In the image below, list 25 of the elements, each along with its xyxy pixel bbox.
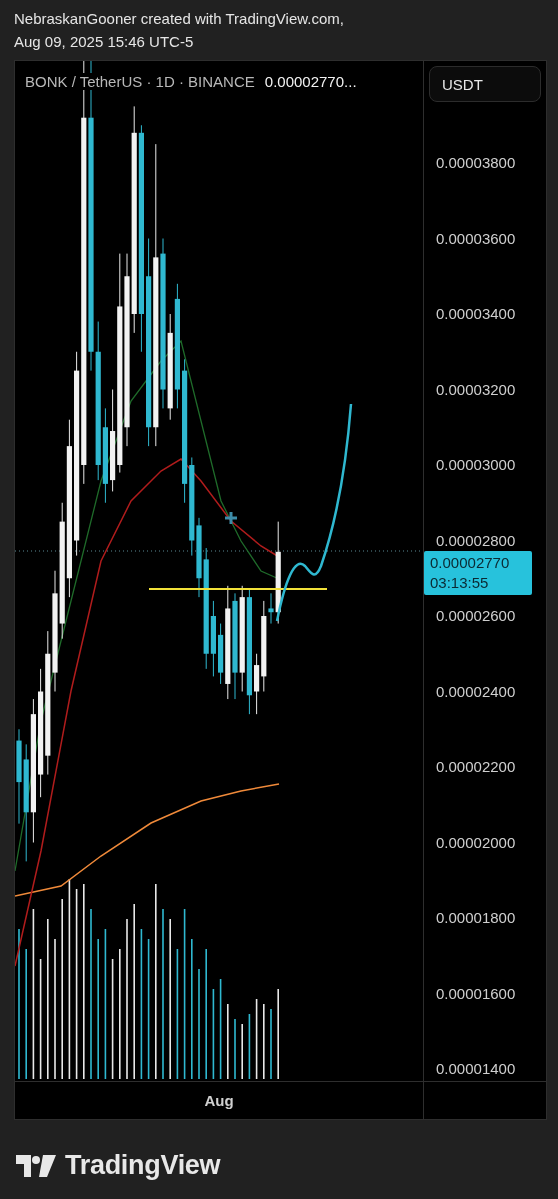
price-tick: 0.00001400 bbox=[436, 1060, 516, 1078]
price-tick: 0.00001600 bbox=[436, 984, 516, 1002]
price-tick: 0.00002200 bbox=[436, 758, 516, 776]
attribution-text: Aug 09, 2025 15:46 UTC-5 bbox=[14, 32, 195, 52]
price-tick: 0.00003000 bbox=[436, 456, 516, 474]
price-tick: 0.00002000 bbox=[436, 833, 516, 851]
crosshair-icon bbox=[223, 510, 239, 526]
last-price: 0.00002770... bbox=[264, 73, 357, 90]
countdown-timer: 03:13:55 bbox=[430, 573, 490, 593]
price-tick: 0.00003400 bbox=[436, 305, 516, 323]
price-tick: 0.00002600 bbox=[436, 607, 516, 625]
brand-name: TradingView bbox=[65, 1150, 221, 1181]
price-tick: 0.00003200 bbox=[436, 380, 516, 398]
volume-bar bbox=[248, 1014, 251, 1079]
price-tick: 0.00003600 bbox=[436, 229, 516, 247]
time-tick: Aug bbox=[204, 1092, 234, 1109]
price-tick: 0.00002400 bbox=[436, 682, 516, 700]
price-tick: 0.00001800 bbox=[436, 909, 516, 927]
price-tick: 0.00002800 bbox=[436, 531, 516, 549]
logo-icon bbox=[16, 1154, 56, 1177]
price-tick: 0.00003800 bbox=[436, 154, 516, 172]
price-badge-value: 0.00002770 bbox=[430, 553, 511, 573]
attribution-text: NebraskanGooner created with TradingView.com, bbox=[14, 9, 345, 29]
symbol-label: BONK / TetherUS · 1D · BINANCE bbox=[25, 73, 255, 90]
currency-button[interactable]: USDT bbox=[429, 66, 541, 102]
